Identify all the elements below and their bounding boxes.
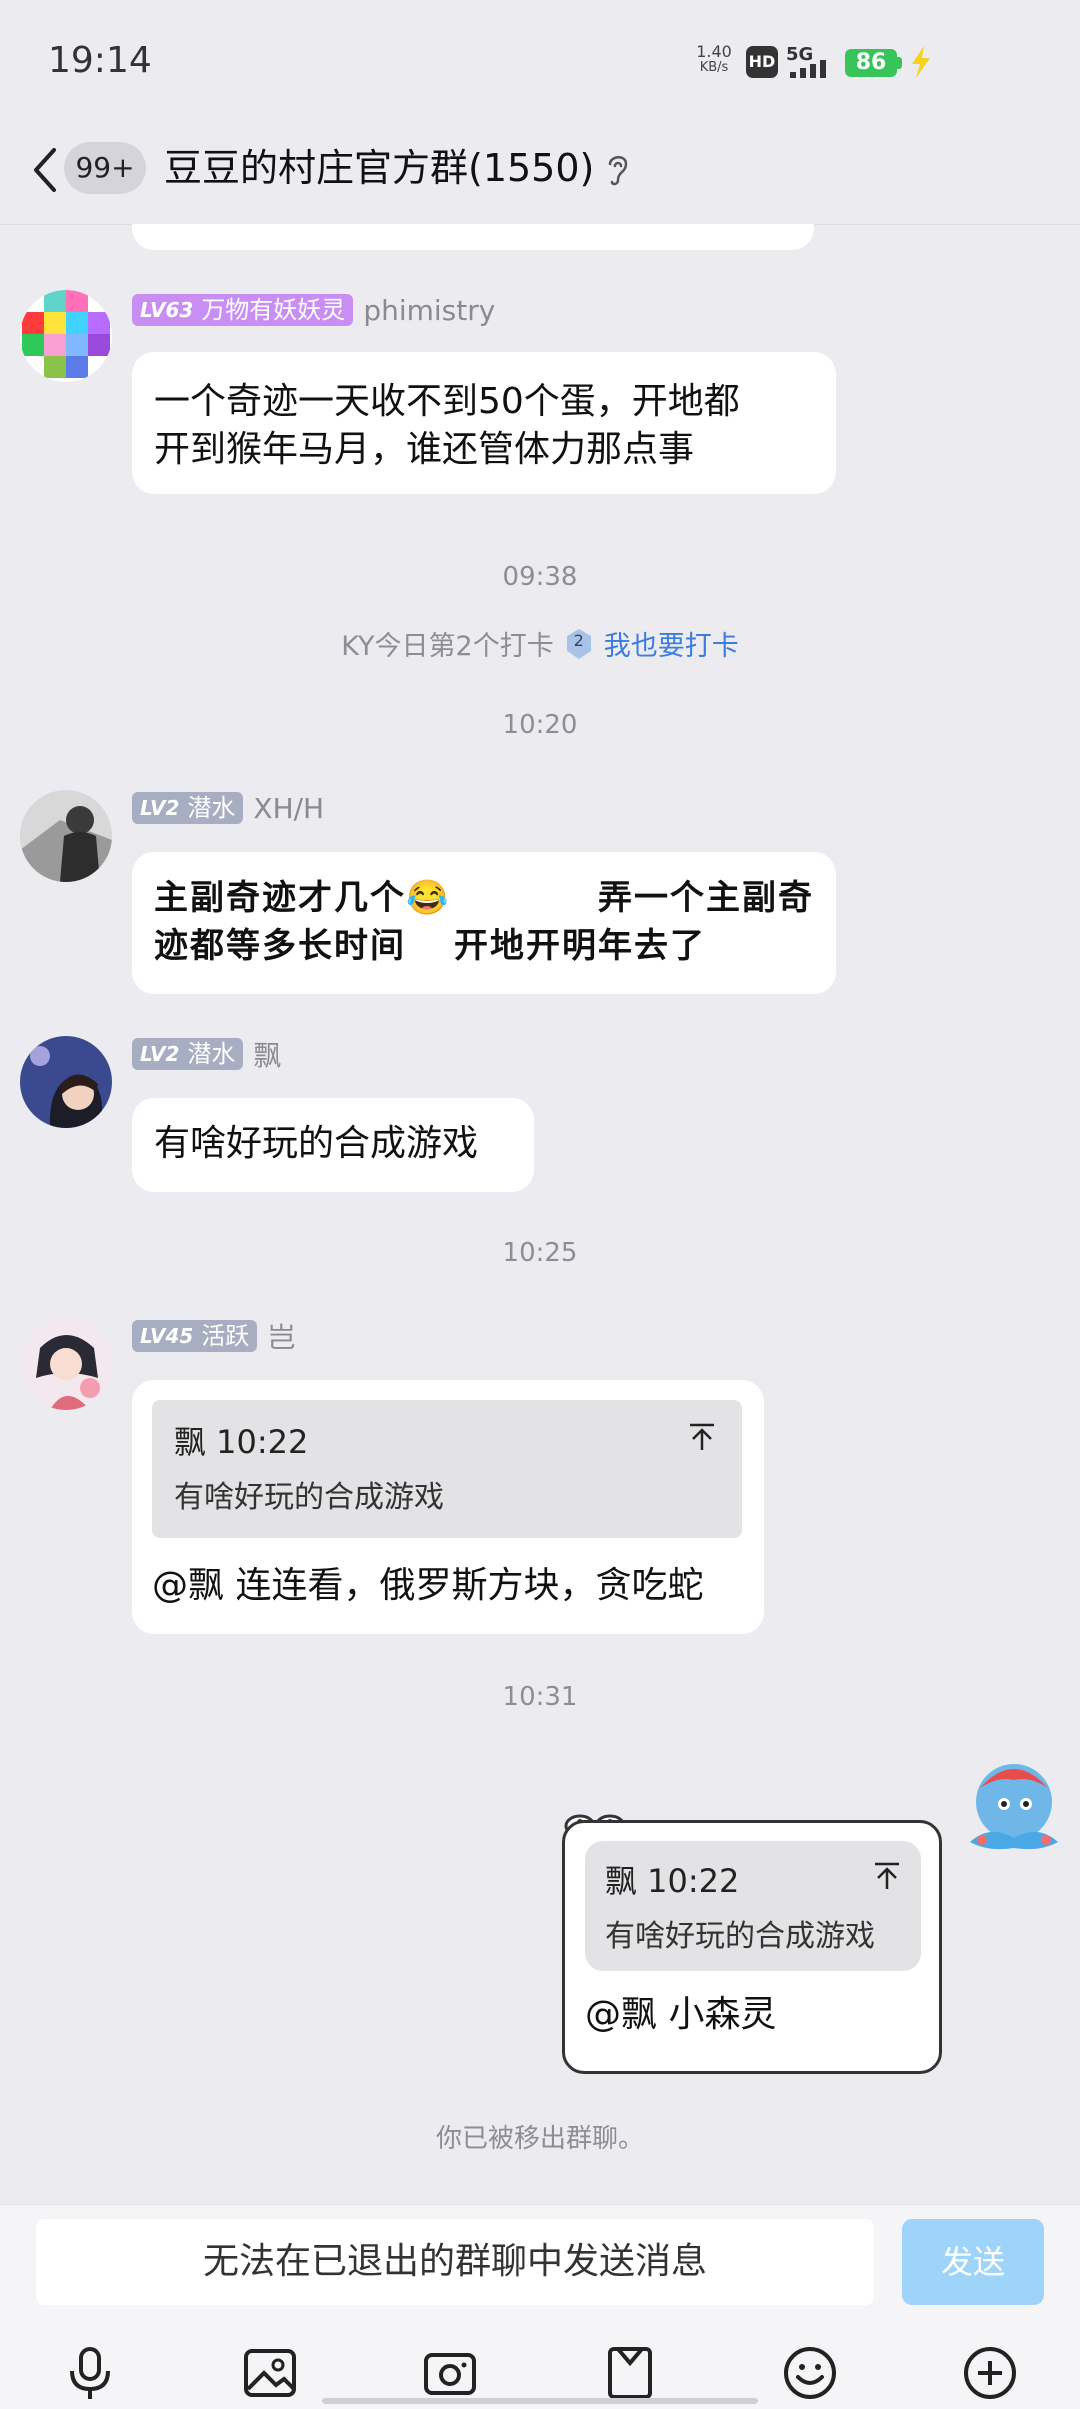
camera-icon[interactable] xyxy=(422,2345,478,2401)
network-speed: 1.40 KB/s xyxy=(694,44,734,76)
level-text: LV2 xyxy=(140,796,180,820)
message-text: @飘 连连看，俄罗斯方块，贪吃蛇 xyxy=(152,1565,704,1606)
avatar[interactable] xyxy=(20,290,112,382)
time-separator: 10:20 xyxy=(502,710,578,740)
unread-count-badge[interactable]: 99+ xyxy=(64,142,146,194)
home-indicator[interactable] xyxy=(322,2398,758,2404)
message-text: 弄一个主副奇 xyxy=(598,878,814,918)
message-bubble[interactable]: 主副奇迹才几个😂 弄一个主副奇 迹都等多长时间 开地开明年去了 xyxy=(132,852,836,994)
message-text-line: 一个奇迹一天收不到50个蛋，开地都 xyxy=(154,381,740,422)
member-level-badge: LV63 万物有妖妖灵 xyxy=(132,294,354,326)
chat-header: 99+ 豆豆的村庄官方群(1550) xyxy=(0,120,1080,225)
battery-icon: 86 xyxy=(845,49,897,77)
ear-icon[interactable] xyxy=(604,150,632,188)
hd-icon: HD xyxy=(746,46,778,78)
network-speed-unit: KB/s xyxy=(699,60,729,75)
status-bar: 19:14 1.40 KB/s HD 5G 86 xyxy=(0,0,1080,120)
status-time: 19:14 xyxy=(48,40,152,81)
checkin-medal-number: 2 xyxy=(573,630,584,650)
checkin-notice-text: KY今日第2个打卡 xyxy=(341,631,554,662)
time-separator: 10:25 xyxy=(502,1238,578,1268)
message-text: @飘 小森灵 xyxy=(585,1994,777,2035)
laughing-emoji-icon: 😂 xyxy=(406,878,451,918)
chat-title[interactable]: 豆豆的村庄官方群(1550) xyxy=(164,140,594,196)
sender-info: LV2 潜水 XH/H xyxy=(132,790,324,826)
sender-nickname[interactable]: XH/H xyxy=(253,792,324,825)
time-separator: 10:31 xyxy=(502,1682,578,1712)
image-icon[interactable] xyxy=(242,2345,298,2401)
message-bubble[interactable]: 一个奇迹一天收不到50个蛋，开地都 开到猴年马月，谁还管体力那点事 xyxy=(132,352,836,494)
self-avatar[interactable] xyxy=(960,1752,1068,1860)
member-level-badge: LV2 潜水 xyxy=(132,792,244,824)
battery-tip xyxy=(897,57,902,69)
back-arrow-icon[interactable] xyxy=(24,140,64,200)
sender-info: LV2 潜水 飘 xyxy=(132,1036,281,1072)
message-text: 开地开明年去了 xyxy=(454,926,706,966)
avatar[interactable] xyxy=(20,1036,112,1128)
level-title: 万物有妖妖灵 xyxy=(201,296,346,324)
avatar[interactable] xyxy=(20,1318,112,1410)
message-text: 主副奇迹才几个 xyxy=(154,878,406,918)
jump-to-top-icon[interactable] xyxy=(873,1861,901,1891)
message-text: 迹都等多长时间 xyxy=(154,926,406,966)
sender-nickname[interactable]: phimistry xyxy=(363,294,495,327)
avatar[interactable] xyxy=(20,790,112,882)
avatar-image xyxy=(970,1764,1058,1850)
level-title: 潜水 xyxy=(187,794,236,822)
quote-author-time: 飘 10:22 xyxy=(605,1862,740,1900)
sender-nickname[interactable]: 飘 xyxy=(253,1034,281,1074)
checkin-notice: KY今日第2个打卡 2 我也要打卡 xyxy=(0,624,1080,663)
quoted-message[interactable]: 飘 10:22 有啥好玩的合成游戏 xyxy=(585,1841,921,1971)
system-notice: 你已被移出群聊。 xyxy=(435,2124,644,2154)
sender-info: LV45 活跃 岂 xyxy=(132,1318,295,1354)
jump-to-top-icon[interactable] xyxy=(688,1422,716,1452)
member-level-badge: LV45 活跃 xyxy=(132,1320,258,1352)
checkin-medal-icon: 2 xyxy=(564,627,594,661)
message-text-row: 主副奇迹才几个😂 弄一个主副奇 xyxy=(154,874,814,922)
signal-icon xyxy=(790,60,826,78)
sender-info: LV63 万物有妖妖灵 phimistry xyxy=(132,292,495,328)
level-title: 潜水 xyxy=(187,1040,236,1068)
add-icon[interactable] xyxy=(962,2345,1018,2401)
emoji-icon[interactable] xyxy=(782,2345,838,2401)
self-message-bubble[interactable]: 飘 10:22 有啥好玩的合成游戏 @飘 小森灵 xyxy=(562,1820,942,2074)
checkin-link[interactable]: 我也要打卡 xyxy=(604,624,739,663)
avatar-image xyxy=(20,1318,112,1410)
send-button[interactable]: 发送 xyxy=(902,2219,1044,2305)
quote-text: 有啥好玩的合成游戏 xyxy=(174,1480,444,1515)
avatar-image xyxy=(20,1036,112,1128)
input-bar: 无法在已退出的群聊中发送消息 发送 xyxy=(0,2204,1080,2409)
message-bubble[interactable]: 有啥好玩的合成游戏 xyxy=(132,1098,534,1192)
quote-author-time: 飘 10:22 xyxy=(174,1423,309,1461)
level-text: LV45 xyxy=(140,1324,194,1348)
message-bubble[interactable]: 飘 10:22 有啥好玩的合成游戏 @飘 连连看，俄罗斯方块，贪吃蛇 xyxy=(132,1380,764,1634)
level-title: 活跃 xyxy=(201,1322,250,1350)
quote-text: 有啥好玩的合成游戏 xyxy=(605,1919,875,1954)
previous-message-bubble[interactable] xyxy=(132,224,814,250)
message-text-row: 迹都等多长时间 开地开明年去了 xyxy=(154,922,814,970)
message-text-line: 开到猴年马月，谁还管体力那点事 xyxy=(154,429,695,470)
sender-nickname[interactable]: 岂 xyxy=(267,1316,295,1356)
time-separator: 09:38 xyxy=(502,562,578,592)
file-icon[interactable] xyxy=(602,2345,658,2401)
network-speed-value: 1.40 xyxy=(696,42,732,61)
member-level-badge: LV2 潜水 xyxy=(132,1038,244,1070)
avatar-image xyxy=(20,790,112,882)
charging-icon xyxy=(912,46,930,78)
level-text: LV63 xyxy=(140,298,194,322)
level-text: LV2 xyxy=(140,1042,180,1066)
quoted-message[interactable]: 飘 10:22 有啥好玩的合成游戏 xyxy=(152,1400,742,1538)
message-input-disabled: 无法在已退出的群聊中发送消息 xyxy=(36,2219,874,2305)
avatar-image xyxy=(20,290,112,382)
mic-icon[interactable] xyxy=(62,2345,118,2401)
message-text: 有啥好玩的合成游戏 xyxy=(154,1123,479,1164)
